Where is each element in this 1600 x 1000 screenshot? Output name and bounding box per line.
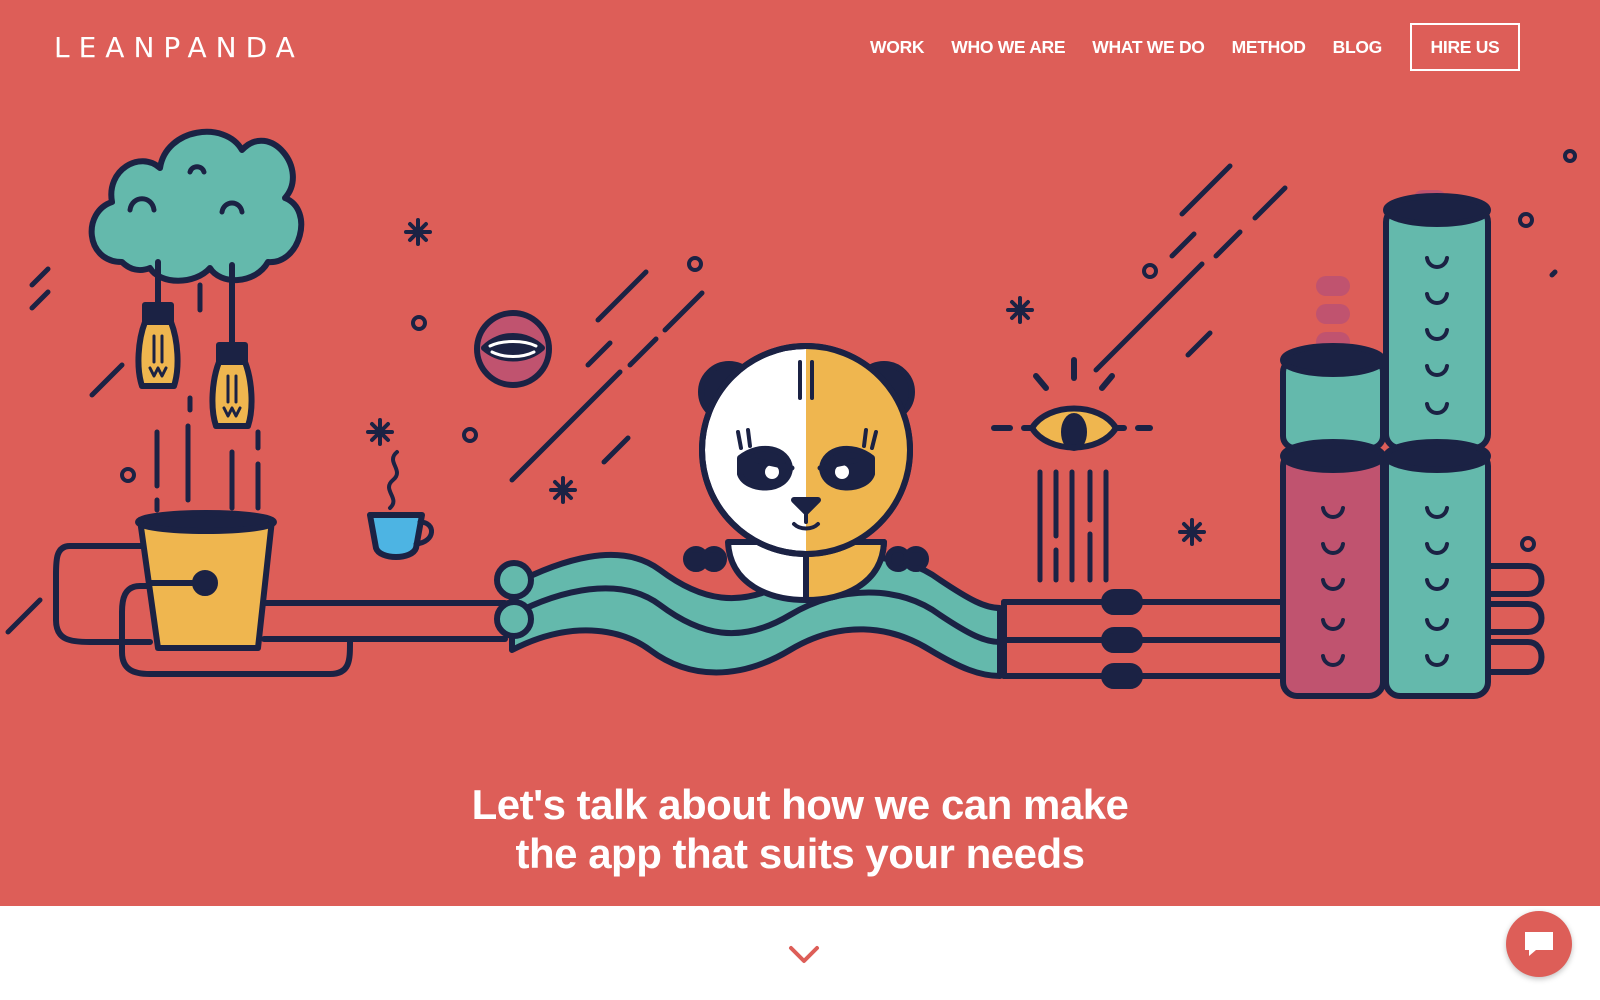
hire-us-button[interactable]: HIRE US bbox=[1410, 23, 1520, 71]
eye-icon bbox=[991, 357, 1153, 583]
main-nav: WORK WHO WE ARE WHAT WE DO METHOD BLOG H… bbox=[843, 21, 1520, 73]
headline-line-1: Let's talk about how we can make bbox=[471, 781, 1129, 829]
headline-line-2: the app that suits your needs bbox=[515, 830, 1085, 878]
hero-section: LEANPANDA WORK WHO WE ARE WHAT WE DO MET… bbox=[0, 0, 1600, 906]
chat-bubble-icon bbox=[1525, 932, 1553, 956]
logo[interactable]: LEANPANDA bbox=[54, 30, 304, 66]
hero-headline: Let's talk about how we can make the app… bbox=[0, 780, 1600, 878]
nav-item-method[interactable]: METHOD bbox=[1232, 37, 1306, 58]
hero-illustration bbox=[5, 128, 1577, 699]
bucket bbox=[53, 510, 508, 677]
mouth-ball-icon bbox=[474, 310, 552, 388]
nav-item-blog[interactable]: BLOG bbox=[1333, 37, 1383, 58]
nav-item-who-we-are[interactable]: WHO WE ARE bbox=[951, 37, 1065, 58]
coffee-cup-icon bbox=[367, 450, 434, 560]
chat-button[interactable] bbox=[1506, 911, 1572, 977]
panda-mascot bbox=[683, 343, 929, 603]
chevron-down-icon[interactable] bbox=[788, 942, 820, 966]
nav-item-work[interactable]: WORK bbox=[870, 37, 925, 58]
storage-tanks bbox=[1280, 190, 1491, 699]
nav-item-what-we-do[interactable]: WHAT WE DO bbox=[1092, 37, 1205, 58]
light-bulbs bbox=[135, 259, 261, 513]
cloud-icon bbox=[88, 128, 305, 284]
